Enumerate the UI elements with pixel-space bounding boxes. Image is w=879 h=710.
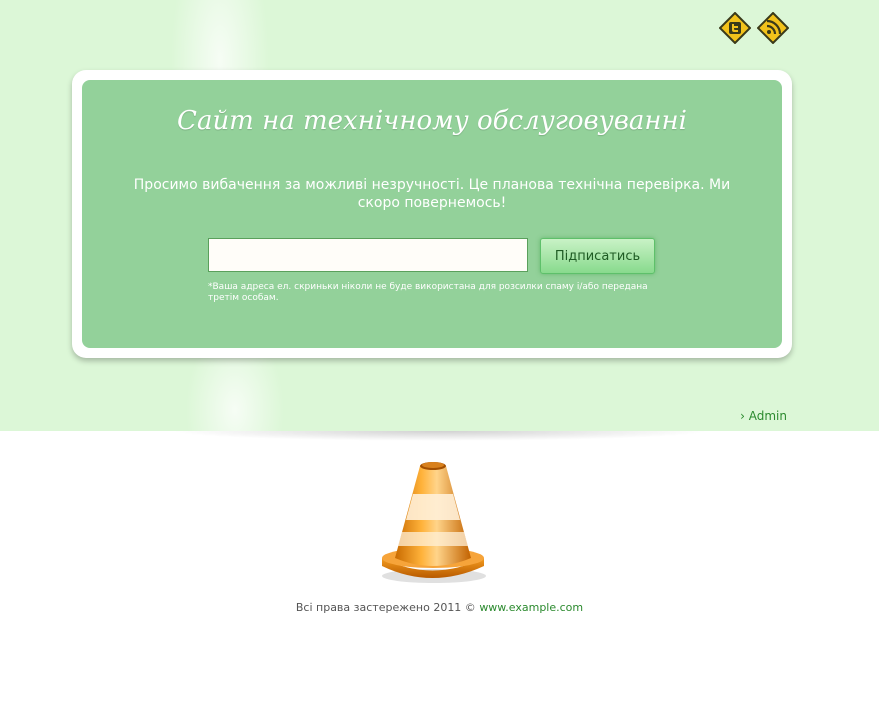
- band-shadow: [170, 431, 710, 441]
- traffic-cone-icon: [382, 462, 486, 583]
- footer-site-link[interactable]: www.example.com: [479, 601, 583, 614]
- maintenance-card-body: Сайт на технічному обслуговуванні Просим…: [82, 80, 782, 348]
- email-field[interactable]: [208, 238, 528, 272]
- admin-link[interactable]: › Admin: [740, 409, 787, 423]
- footer: Всі права застережено 2011 © www.example…: [0, 601, 879, 614]
- copyright-text: Всі права застережено 2011 ©: [295, 601, 480, 614]
- twitter-icon[interactable]: [718, 11, 752, 45]
- subscribe-button[interactable]: Підписатись: [540, 238, 655, 274]
- rss-icon[interactable]: [756, 11, 790, 45]
- page-title: Сайт на технічному обслуговуванні: [177, 106, 687, 136]
- maintenance-message: Просимо вибачення за можливі незручності…: [133, 177, 731, 211]
- privacy-disclaimer: *Ваша адреса ел. скриньки ніколи не буде…: [208, 282, 648, 303]
- maintenance-card: Сайт на технічному обслуговуванні Просим…: [72, 70, 792, 358]
